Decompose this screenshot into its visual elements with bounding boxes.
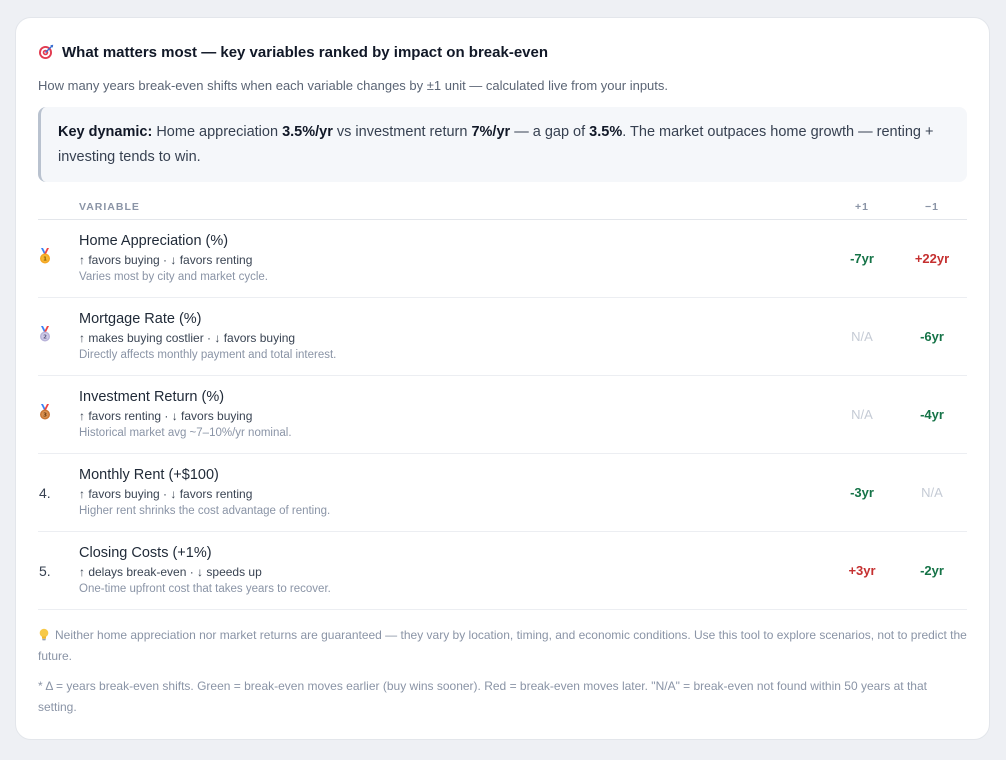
target-icon xyxy=(38,44,54,60)
disclaimer-note: Neither home appreciation nor market ret… xyxy=(38,625,967,666)
lightbulb-icon xyxy=(38,628,50,641)
header-variable: VARIABLE xyxy=(79,200,140,213)
variable-name: Mortgage Rate (%) xyxy=(79,311,202,327)
variable-note: Historical market avg ~7–10%/yr nominal. xyxy=(79,427,292,439)
table-row: 3 Investment Return (%) ↑ favors renting… xyxy=(38,376,967,454)
svg-text:2: 2 xyxy=(43,335,47,341)
plus-one-value: -7yr xyxy=(850,251,874,266)
variable-direction: ↑ makes buying costlier · ↓ favors buyin… xyxy=(79,331,296,345)
svg-text:3: 3 xyxy=(43,413,47,419)
minus-one-value: -6yr xyxy=(920,329,944,344)
disclaimer-text: Neither home appreciation nor market ret… xyxy=(38,628,967,663)
variable-cell: Home Appreciation (%) ↑ favors buying · … xyxy=(79,232,827,285)
variable-note: Higher rent shrinks the cost advantage o… xyxy=(79,505,331,517)
variable-name: Closing Costs (+1%) xyxy=(79,545,212,561)
gold-medal-icon: 1 xyxy=(38,248,52,264)
legend-note: * Δ = years break-even shifts. Green = b… xyxy=(38,679,927,714)
minus-one-value: +22yr xyxy=(914,251,950,266)
card-subtitle: How many years break-even shifts when ea… xyxy=(38,78,668,93)
callout-gap: 3.5% xyxy=(589,124,623,140)
rank-number: 4. xyxy=(39,484,51,501)
variable-direction: ↑ delays break-even · ↓ speeds up xyxy=(79,565,262,579)
minus-one-value: N/A xyxy=(921,485,943,500)
minus-one-value: -4yr xyxy=(920,407,944,422)
callout-text: Home appreciation xyxy=(152,124,283,140)
rank-cell: 2 xyxy=(38,326,79,347)
variable-cell: Monthly Rent (+$100) ↑ favors buying · ↓… xyxy=(79,466,827,519)
minus-one-value: -2yr xyxy=(920,563,944,578)
silver-medal-icon: 2 xyxy=(38,326,52,342)
variable-name: Home Appreciation (%) xyxy=(79,233,229,249)
variable-cell: Mortgage Rate (%) ↑ makes buying costlie… xyxy=(79,310,827,363)
variable-cell: Closing Costs (+1%) ↑ delays break-even … xyxy=(79,544,827,597)
plus-one-value: -3yr xyxy=(850,485,874,500)
callout-text: — a gap of xyxy=(510,124,590,140)
key-dynamic-callout: Key dynamic: Home appreciation 3.5%/yr v… xyxy=(38,107,967,182)
variable-note: Directly affects monthly payment and tot… xyxy=(79,349,337,361)
table-row: 1 Home Appreciation (%) ↑ favors buying … xyxy=(38,220,967,298)
key-variables-card: What matters most — key variables ranked… xyxy=(15,17,990,740)
rank-number: 5. xyxy=(39,562,51,579)
svg-text:1: 1 xyxy=(43,257,47,263)
table-row: 4. Monthly Rent (+$100) ↑ favors buying … xyxy=(38,454,967,532)
table-row: 5. Closing Costs (+1%) ↑ delays break-ev… xyxy=(38,532,967,610)
callout-investment: 7%/yr xyxy=(471,124,511,140)
variable-name: Monthly Rent (+$100) xyxy=(79,467,219,483)
variable-cell: Investment Return (%) ↑ favors renting ·… xyxy=(79,388,827,441)
callout-lead: Key dynamic: xyxy=(58,124,153,140)
variable-direction: ↑ favors buying · ↓ favors renting xyxy=(79,487,253,501)
variables-table: VARIABLE +1 −1 1 Home Appreciation (%) ↑… xyxy=(38,194,967,610)
rank-cell: 3 xyxy=(38,404,79,425)
variable-name: Investment Return (%) xyxy=(79,389,225,405)
variable-note: One-time upfront cost that takes years t… xyxy=(79,583,331,595)
callout-appreciation: 3.5%/yr xyxy=(282,124,333,140)
plus-one-value: N/A xyxy=(851,407,873,422)
callout-text: vs investment return xyxy=(332,124,472,140)
table-row: 2 Mortgage Rate (%) ↑ makes buying costl… xyxy=(38,298,967,376)
rank-cell: 1 xyxy=(38,248,79,269)
plus-one-value: +3yr xyxy=(848,563,876,578)
variable-direction: ↑ favors renting · ↓ favors buying xyxy=(79,409,253,423)
card-title: What matters most — key variables ranked… xyxy=(62,43,549,61)
table-header: VARIABLE +1 −1 xyxy=(38,194,967,220)
plus-one-value: N/A xyxy=(851,329,873,344)
header-minus-one: −1 xyxy=(925,200,939,213)
variable-note: Varies most by city and market cycle. xyxy=(79,271,268,283)
header-plus-one: +1 xyxy=(855,200,869,213)
card-header: What matters most — key variables ranked… xyxy=(38,42,967,62)
variable-direction: ↑ favors buying · ↓ favors renting xyxy=(79,253,253,267)
bronze-medal-icon: 3 xyxy=(38,404,52,420)
